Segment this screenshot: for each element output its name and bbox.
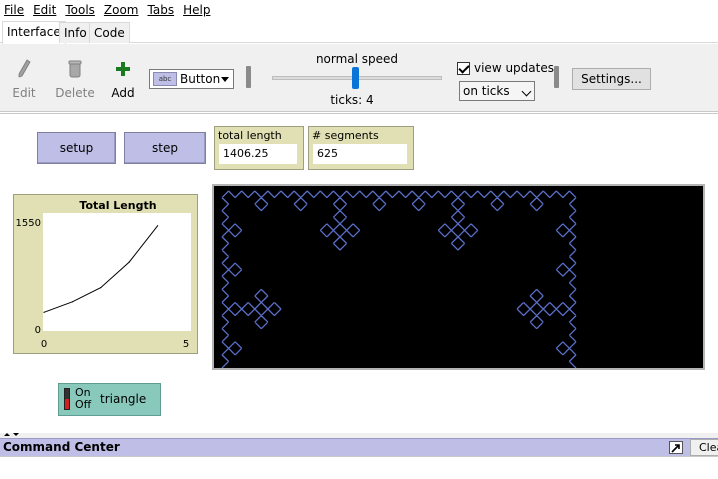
chevron-down-icon bbox=[221, 77, 229, 82]
switch-off-label: Off bbox=[75, 398, 92, 411]
menu-file[interactable]: File bbox=[0, 0, 29, 20]
trash-icon bbox=[55, 58, 95, 80]
tab-bar: Interface Info Code bbox=[0, 21, 718, 44]
view-updates-label: view updates bbox=[474, 61, 554, 75]
monitor-value: 625 bbox=[313, 144, 407, 164]
update-mode-value: on ticks bbox=[463, 84, 510, 98]
clear-button[interactable]: Clear bbox=[690, 439, 718, 456]
update-mode-dropdown[interactable]: on ticks bbox=[459, 81, 535, 101]
data-point bbox=[100, 286, 102, 289]
tab-info[interactable]: Info bbox=[59, 22, 92, 43]
add-button[interactable]: Add bbox=[103, 58, 143, 100]
switch-name: triangle bbox=[100, 392, 147, 406]
command-center-header: Command Center Clear bbox=[0, 438, 718, 456]
toolbar-separator bbox=[554, 66, 559, 88]
add-label: Add bbox=[111, 86, 135, 100]
fractal-path bbox=[221, 190, 577, 369]
data-point bbox=[43, 311, 45, 313]
y-tick-label: 0 bbox=[35, 325, 41, 336]
interface-panel: setup step total length 1406.25 # segmen… bbox=[0, 113, 718, 433]
koch-fractal-pattern bbox=[221, 190, 577, 369]
menu-help[interactable]: Help bbox=[179, 0, 215, 20]
button-widget-icon: abc bbox=[153, 72, 177, 86]
setup-button[interactable]: setup bbox=[37, 132, 116, 164]
expand-icon[interactable] bbox=[669, 441, 683, 454]
triangle-switch[interactable]: On Off triangle bbox=[58, 383, 161, 416]
switch-knob bbox=[65, 399, 69, 409]
settings-button[interactable]: Settings... bbox=[572, 68, 651, 90]
command-center-title: Command Center bbox=[3, 440, 120, 454]
plus-icon bbox=[103, 58, 143, 80]
ticks-counter: ticks: 4 bbox=[330, 93, 374, 107]
toolbar: Edit Delete Add abc Button normal speed … bbox=[0, 44, 718, 112]
toolbar-separator bbox=[246, 66, 251, 88]
world-view[interactable] bbox=[212, 184, 705, 370]
delete-button[interactable]: Delete bbox=[55, 58, 95, 100]
widget-type-value: Button bbox=[180, 72, 221, 86]
view-updates-checkbox[interactable] bbox=[457, 61, 470, 75]
pencil-icon bbox=[4, 58, 44, 80]
monitor-label: total length bbox=[218, 129, 282, 142]
widget-type-dropdown[interactable]: abc Button bbox=[149, 69, 234, 89]
menu-tools[interactable]: Tools bbox=[61, 0, 100, 20]
menu-tabs[interactable]: Tabs bbox=[144, 0, 180, 20]
monitor-label: # segments bbox=[312, 129, 379, 142]
tab-interface[interactable]: Interface bbox=[2, 21, 66, 44]
y-tick-label: 1550 bbox=[16, 218, 41, 229]
menu-edit[interactable]: Edit bbox=[29, 0, 61, 20]
edit-label: Edit bbox=[12, 86, 36, 100]
switch-toggle[interactable] bbox=[64, 388, 70, 410]
tab-code[interactable]: Code bbox=[89, 22, 130, 43]
chevron-down-icon bbox=[521, 86, 532, 97]
menu-zoom[interactable]: Zoom bbox=[100, 0, 144, 20]
monitor-value: 1406.25 bbox=[219, 144, 297, 164]
command-center-output[interactable] bbox=[0, 456, 718, 479]
plot-area bbox=[43, 213, 191, 331]
x-tick-label: 5 bbox=[183, 339, 189, 350]
menu-bar: File Edit Tools Zoom Tabs Help bbox=[0, 0, 718, 20]
delete-label: Delete bbox=[55, 86, 95, 100]
data-point bbox=[128, 261, 130, 263]
step-button[interactable]: step bbox=[124, 132, 206, 164]
x-tick-label: 0 bbox=[41, 339, 47, 350]
edit-button[interactable]: Edit bbox=[4, 58, 44, 100]
data-point bbox=[157, 225, 159, 227]
view-updates-toggle[interactable]: view updates bbox=[457, 61, 554, 75]
data-point bbox=[71, 301, 73, 303]
monitor-total-length: total length 1406.25 bbox=[214, 126, 304, 170]
speed-slider-thumb[interactable] bbox=[352, 67, 359, 89]
plot-total-length[interactable]: Total Length 1550 0 0 5 bbox=[13, 194, 198, 354]
speed-label: normal speed bbox=[315, 52, 399, 66]
plot-title: Total Length bbox=[79, 199, 156, 212]
monitor-segments: # segments 625 bbox=[308, 126, 414, 170]
